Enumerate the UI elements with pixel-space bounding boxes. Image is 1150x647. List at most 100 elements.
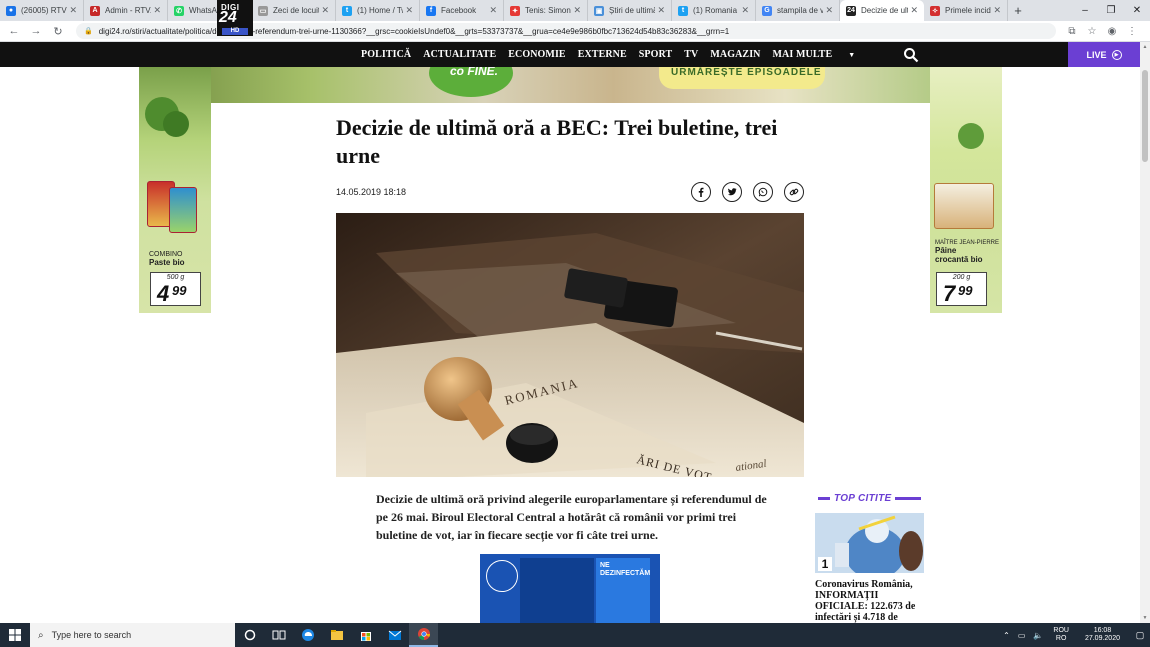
browser-tab[interactable]: 24 Decizie de ulti ✕ bbox=[840, 0, 924, 21]
close-tab-icon[interactable]: ✕ bbox=[825, 5, 833, 16]
close-tab-icon[interactable]: ✕ bbox=[910, 5, 918, 16]
close-tab-icon[interactable]: ✕ bbox=[489, 5, 497, 16]
tab-title: Decizie de ulti bbox=[861, 6, 909, 15]
menu-item-actualitate[interactable]: ACTUALITATE bbox=[423, 49, 496, 60]
browser-tab[interactable]: A Admin - RTV.r ✕ bbox=[84, 0, 168, 21]
close-tab-icon[interactable]: ✕ bbox=[69, 5, 77, 16]
scrollbar-thumb[interactable] bbox=[1142, 70, 1148, 162]
ad-skin-right[interactable]: MAÎTRE JEAN-PIERRE Pâine crocantă bio 20… bbox=[930, 67, 1002, 313]
tab-favicon-icon: G bbox=[762, 5, 772, 16]
browser-tab[interactable]: ▭ Zeci de locuit ✕ bbox=[252, 0, 336, 21]
chevron-up-icon[interactable]: ⌃ bbox=[1003, 631, 1010, 640]
cortana-icon[interactable] bbox=[235, 623, 264, 647]
close-tab-icon[interactable]: ✕ bbox=[321, 5, 329, 16]
language-indicator[interactable]: ROU RO bbox=[1053, 627, 1069, 643]
tab-title: (26005) RTV W bbox=[21, 6, 67, 15]
main-menu: POLITICĂ ACTUALITATE ECONOMIE EXTERNE SP… bbox=[361, 42, 879, 67]
page-scrollbar[interactable]: ▲ ▼ bbox=[1140, 42, 1150, 623]
ad-skin-top[interactable]: co FINE. URMĂREȘTE EPISOADELE bbox=[139, 67, 1001, 103]
gov-campaign-ad[interactable]: NE DEZINFECTĂM bbox=[480, 554, 660, 623]
tab-title: Primele incide bbox=[945, 6, 992, 15]
language-code: ROU bbox=[1053, 627, 1069, 634]
tab-title: Tenis: Simona bbox=[525, 6, 572, 15]
forward-arrow-icon[interactable]: → bbox=[28, 23, 44, 39]
notification-icon[interactable]: ▢ bbox=[1130, 630, 1150, 641]
play-icon: ▶ bbox=[1111, 49, 1122, 60]
tab-favicon-icon: ▭ bbox=[258, 5, 268, 16]
voting-stamp-photo: ROMANIA ĂRI DE VOT ational bbox=[336, 213, 804, 477]
tab-favicon-icon: ✆ bbox=[174, 5, 184, 16]
browser-tab[interactable]: ● (26005) RTV W✕ bbox=[0, 0, 84, 21]
taskbar-search-input[interactable]: ⌕ Type here to search bbox=[30, 623, 235, 647]
file-explorer-icon[interactable] bbox=[322, 623, 351, 647]
browser-toolbar: ← → ↻ 🔒 digi24.ro/stiri/actualitate/poli… bbox=[0, 21, 1150, 42]
close-tab-icon[interactable]: ✕ bbox=[573, 5, 581, 16]
store-icon[interactable] bbox=[351, 623, 380, 647]
menu-item-tv[interactable]: TV bbox=[684, 49, 698, 60]
ad-skin-left[interactable]: COMBINO Paste bio 500 g 4 99 bbox=[139, 67, 211, 313]
ad-blob-text: co FINE. bbox=[450, 67, 499, 78]
menu-item-externe[interactable]: EXTERNE bbox=[578, 49, 627, 60]
article-hero-image[interactable]: ROMANIA ĂRI DE VOT ational bbox=[336, 213, 804, 477]
close-tab-icon[interactable]: ✕ bbox=[741, 5, 749, 16]
network-icon[interactable]: ▭ bbox=[1018, 631, 1026, 640]
menu-item-sport[interactable]: SPORT bbox=[639, 49, 673, 60]
browser-tab[interactable]: ✧ Primele incide ✕ bbox=[924, 0, 1008, 21]
tab-favicon-icon: ✦ bbox=[510, 5, 520, 16]
close-tab-icon[interactable]: ✕ bbox=[153, 5, 161, 16]
menu-item-politica[interactable]: POLITICĂ bbox=[361, 49, 411, 60]
clock-date: 27.09.2020 bbox=[1084, 635, 1120, 642]
ad-banner-text: URMĂREȘTE EPISOADELE bbox=[671, 67, 822, 78]
live-button[interactable]: LIVE ▶ bbox=[1068, 42, 1140, 67]
browser-tab[interactable]: ✦ Tenis: Simona ✕ bbox=[504, 0, 588, 21]
ad-price-dec: 99 bbox=[172, 283, 187, 298]
back-arrow-icon[interactable]: ← bbox=[6, 23, 22, 39]
share-facebook-button[interactable] bbox=[691, 182, 711, 202]
menu-item-mai-multe[interactable]: MAI MULTE ▼ bbox=[773, 49, 868, 60]
mail-icon[interactable] bbox=[380, 623, 409, 647]
windows-start-icon[interactable] bbox=[0, 623, 30, 647]
browser-tab[interactable]: f Facebook ✕ bbox=[420, 0, 504, 21]
edge-browser-icon[interactable] bbox=[293, 623, 322, 647]
translate-icon[interactable]: ⧉ bbox=[1062, 26, 1082, 37]
volume-icon[interactable]: 🔈 bbox=[1033, 631, 1043, 640]
browser-tab[interactable]: Gstampila de vo ✕ bbox=[756, 0, 840, 21]
minimize-icon[interactable]: – bbox=[1072, 0, 1098, 21]
tab-title: stampila de vo bbox=[777, 6, 824, 15]
article-lede: Decizie de ultimă oră privind alegerile … bbox=[376, 492, 767, 542]
close-window-icon[interactable]: ✕ bbox=[1124, 0, 1150, 21]
browser-tab[interactable]: t (1) Romania - ✕ bbox=[672, 0, 756, 21]
copy-link-button[interactable] bbox=[784, 182, 804, 202]
top-citite-item-title[interactable]: Coronavirus România, INFORMAȚII OFICIALE… bbox=[815, 579, 930, 623]
ad-price-int: 4 bbox=[157, 281, 170, 306]
new-tab-plus-icon[interactable]: + bbox=[1008, 0, 1028, 21]
scroll-up-icon[interactable]: ▲ bbox=[1142, 44, 1148, 50]
browser-tab[interactable]: t (1) Home / Tw ✕ bbox=[336, 0, 420, 21]
menu-item-economie[interactable]: ECONOMIE bbox=[508, 49, 565, 60]
share-twitter-button[interactable] bbox=[722, 182, 742, 202]
tab-title: Zeci de locuit bbox=[273, 6, 320, 15]
ad-price-dec: 99 bbox=[958, 283, 973, 298]
scroll-down-icon[interactable]: ▼ bbox=[1142, 615, 1148, 621]
share-whatsapp-button[interactable] bbox=[753, 182, 773, 202]
reload-icon[interactable]: ↻ bbox=[50, 23, 66, 39]
digi24-logo[interactable]: DIGI 24 HD bbox=[217, 0, 253, 36]
browser-tab[interactable]: ▣ Știri de ultimă ✕ bbox=[588, 0, 672, 21]
search-icon: ⌕ bbox=[38, 629, 44, 641]
search-icon[interactable] bbox=[903, 47, 919, 63]
kebab-menu-icon[interactable]: ⋮ bbox=[1122, 26, 1142, 37]
clock[interactable]: 16:08 27.09.2020 bbox=[1085, 627, 1120, 643]
maximize-icon[interactable]: ❐ bbox=[1098, 0, 1124, 21]
tab-favicon-icon: A bbox=[90, 5, 100, 16]
government-seal-icon bbox=[486, 560, 518, 592]
tab-favicon-icon: t bbox=[342, 5, 352, 16]
profile-avatar-icon[interactable]: ◉ bbox=[1102, 26, 1122, 37]
task-view-icon[interactable] bbox=[264, 623, 293, 647]
close-tab-icon[interactable]: ✕ bbox=[657, 5, 665, 16]
bookmark-star-icon[interactable]: ☆ bbox=[1082, 26, 1102, 37]
tab-title: Știri de ultimă bbox=[609, 6, 656, 15]
close-tab-icon[interactable]: ✕ bbox=[405, 5, 413, 16]
menu-item-magazin[interactable]: MAGAZIN bbox=[710, 49, 760, 60]
chrome-icon[interactable] bbox=[409, 623, 438, 647]
close-tab-icon[interactable]: ✕ bbox=[993, 5, 1001, 16]
